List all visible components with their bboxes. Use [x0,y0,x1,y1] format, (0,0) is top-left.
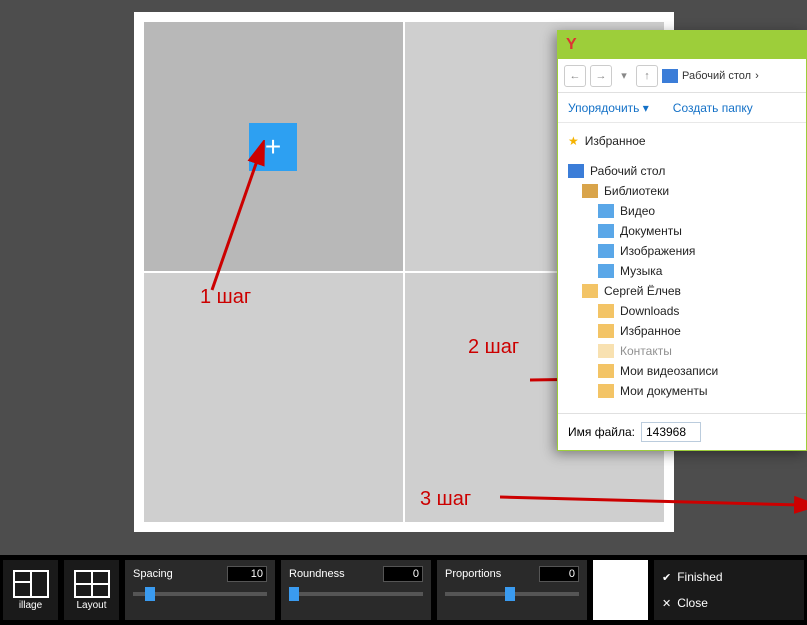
tree-desktop[interactable]: Рабочий стол [568,161,796,181]
tree-images[interactable]: Изображения [568,241,796,261]
close-button[interactable]: Close [662,596,796,610]
tree-downloads[interactable]: Downloads [568,301,796,321]
roundness-slider[interactable] [289,592,423,596]
nav-back-button[interactable]: ← [564,65,586,87]
add-image-button[interactable]: + [249,123,297,171]
collage-cell-3[interactable] [144,273,403,522]
filename-input[interactable] [641,422,701,442]
tree-favorites-folder[interactable]: Избранное [568,321,796,341]
action-buttons: Finished Close [654,560,804,620]
nav-dropdown[interactable]: ▾ [616,65,632,87]
tree-music[interactable]: Музыка [568,261,796,281]
file-dialog: Y ← → ▾ ↑ Рабочий стол › Упорядочить ▾ С… [557,30,807,451]
app-icon: Y [566,36,577,54]
spacing-label: Spacing [133,568,173,580]
address-bar[interactable]: Рабочий стол › [662,69,759,83]
spacing-slider[interactable] [133,592,267,596]
images-icon [598,244,614,258]
star-icon: ★ [568,134,579,148]
nav-up-button[interactable]: ↑ [636,65,658,87]
tree-video[interactable]: Видео [568,201,796,221]
proportions-control: Proportions [437,560,587,620]
video-icon [598,204,614,218]
tree-documents[interactable]: Документы [568,221,796,241]
nav-forward-button[interactable]: → [590,65,612,87]
libraries-icon [582,184,598,198]
roundness-control: Roundness [281,560,431,620]
annotation-step-3: 3 шаг [420,488,471,511]
annotation-step-2: 2 шаг [468,336,519,359]
color-swatch[interactable] [593,560,648,620]
spacing-value[interactable] [227,566,267,582]
tree-my-docs[interactable]: Мои документы [568,381,796,401]
spacing-control: Spacing [125,560,275,620]
dialog-titlebar[interactable]: Y [558,31,806,59]
desktop-icon [662,69,678,83]
collage-mode-label: illage [19,600,42,611]
chevron-right-icon: › [755,70,759,82]
plus-icon: + [265,131,281,163]
proportions-value[interactable] [539,566,579,582]
folder-tree: ★Избранное Рабочий стол Библиотеки Видео… [558,123,806,413]
annotation-step-1: 1 шаг [200,286,251,309]
folder-icon [598,324,614,338]
tree-my-video[interactable]: Мои видеозаписи [568,361,796,381]
layout-label: Layout [76,600,106,611]
proportions-label: Proportions [445,568,501,580]
desktop-icon [568,164,584,178]
tree-libraries[interactable]: Библиотеки [568,181,796,201]
filename-label: Имя файла: [568,425,635,439]
proportions-slider[interactable] [445,592,579,596]
music-icon [598,264,614,278]
folder-icon [598,384,614,398]
filename-bar: Имя файла: [558,413,806,450]
user-icon [582,284,598,298]
dialog-navbar: ← → ▾ ↑ Рабочий стол › [558,59,806,93]
folder-icon [598,344,614,358]
dialog-command-bar: Упорядочить ▾ Создать папку [558,93,806,123]
new-folder-button[interactable]: Создать папку [673,101,753,115]
collage-cell-1[interactable]: + [144,22,403,271]
collage-mode-button[interactable]: illage [3,560,58,620]
tree-favorites[interactable]: ★Избранное [568,131,796,151]
layout-button[interactable]: Layout [64,560,119,620]
organize-menu[interactable]: Упорядочить ▾ [568,101,649,115]
tree-user[interactable]: Сергей Ёлчев [568,281,796,301]
path-text: Рабочий стол [682,70,751,82]
finished-button[interactable]: Finished [662,570,796,584]
tree-contacts[interactable]: Контакты [568,341,796,361]
folder-icon [598,364,614,378]
bottom-toolbar: illage Layout Spacing Roundness Proporti… [0,555,807,625]
documents-icon [598,224,614,238]
roundness-value[interactable] [383,566,423,582]
roundness-label: Roundness [289,568,345,580]
folder-icon [598,304,614,318]
